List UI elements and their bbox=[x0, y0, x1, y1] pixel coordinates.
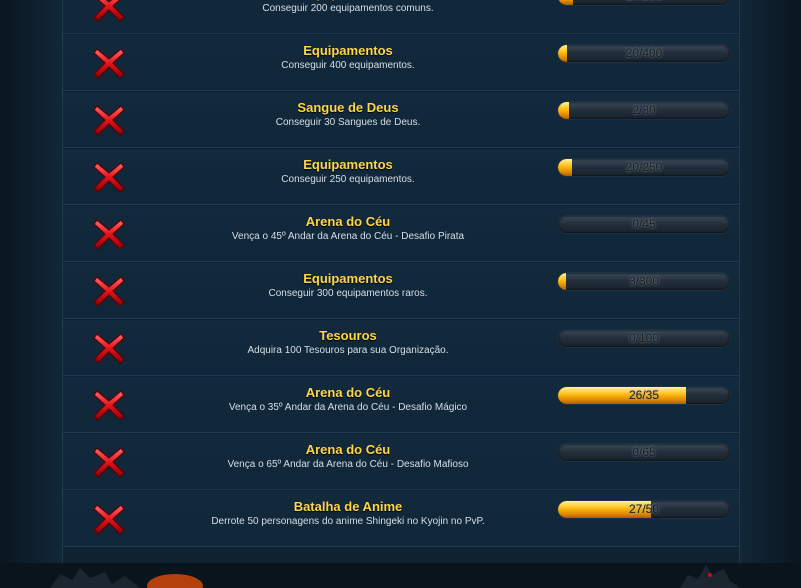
achievement-text: Equipamentos Conseguir 300 equipamentos … bbox=[163, 271, 533, 300]
left-background bbox=[0, 0, 70, 588]
achievement-row[interactable]: Batalha de Anime Derrote 50 personagens … bbox=[63, 491, 739, 547]
progress-label: 17/200 bbox=[558, 0, 730, 5]
red-x-icon bbox=[93, 0, 125, 22]
achievement-text: Arena do Céu Vença o 35º Andar da Arena … bbox=[163, 385, 533, 414]
achievement-row[interactable]: Arena do Céu Vença o 35º Andar da Arena … bbox=[63, 377, 739, 433]
progress-label: 0/100 bbox=[628, 331, 660, 345]
achievement-title: Batalha de Anime bbox=[293, 499, 403, 514]
achievement-description: Adquira 100 Tesouros para sua Organizaçã… bbox=[247, 345, 449, 356]
progress-label: 0/65 bbox=[632, 445, 656, 459]
red-x-icon bbox=[93, 105, 125, 136]
achievement-text: Arena do Céu Vença o 45º Andar da Arena … bbox=[163, 214, 533, 243]
character-portrait-fragment bbox=[147, 574, 203, 588]
achievement-text: Arena do Céu Vença o 65º Andar da Arena … bbox=[163, 442, 533, 471]
achievement-text: Equipamentos Conseguir 250 equipamentos. bbox=[163, 157, 533, 186]
red-x-icon bbox=[93, 447, 125, 478]
achievement-description: Conseguir 30 Sangues de Deus. bbox=[275, 117, 421, 128]
red-x-icon bbox=[93, 219, 125, 250]
achievement-row[interactable]: Tesouros Adquira 100 Tesouros para sua O… bbox=[63, 320, 739, 376]
progress-bar: 0/65 bbox=[558, 444, 730, 461]
bottom-decoration bbox=[0, 563, 801, 588]
achievement-description: Vença o 45º Andar da Arena do Céu - Desa… bbox=[231, 231, 465, 242]
achievement-description: Conseguir 200 equipamentos comuns. bbox=[262, 3, 434, 14]
achievement-description: Derrote 50 personagens do anime Shingeki… bbox=[211, 516, 485, 527]
progress-bar: 0/45 bbox=[558, 216, 730, 233]
achievement-description: Vença o 35º Andar da Arena do Céu - Desa… bbox=[228, 402, 468, 413]
progress-bar: 20/400 bbox=[558, 45, 730, 62]
achievement-row[interactable]: Arena do Céu Vença o 65º Andar da Arena … bbox=[63, 434, 739, 490]
achievement-description: Vença o 65º Andar da Arena do Céu - Desa… bbox=[227, 459, 469, 470]
achievement-title: Tesouros bbox=[319, 328, 377, 343]
progress-bar: 17/200 bbox=[558, 0, 730, 5]
achievement-description: Conseguir 250 equipamentos. bbox=[281, 174, 415, 185]
progress-label: 27/50 bbox=[628, 502, 660, 516]
progress-label: 0/45 bbox=[632, 217, 656, 231]
achievement-text: Equipamentos Conseguir 200 equipamentos … bbox=[163, 0, 533, 15]
achievement-title: Arena do Céu bbox=[305, 385, 391, 400]
achievement-row[interactable]: Arena do Céu Vença o 45º Andar da Arena … bbox=[63, 206, 739, 262]
achievement-title: Equipamentos bbox=[303, 157, 393, 172]
achievement-list[interactable]: Equipamentos Conseguir 200 equipamentos … bbox=[62, 0, 740, 563]
achievement-title: Arena do Céu bbox=[305, 442, 391, 457]
achievement-text: Equipamentos Conseguir 400 equipamentos. bbox=[163, 43, 533, 72]
achievement-title: Arena do Céu bbox=[305, 214, 391, 229]
red-x-icon bbox=[93, 504, 125, 535]
progress-label: 3/300 bbox=[628, 274, 660, 288]
progress-label: 20/400 bbox=[625, 46, 663, 60]
achievement-title: Sangue de Deus bbox=[297, 100, 399, 115]
achievement-description: Conseguir 300 equipamentos raros. bbox=[268, 288, 428, 299]
dragon-ornament-right bbox=[680, 565, 740, 588]
achievement-row[interactable]: Equipamentos Conseguir 400 equipamentos.… bbox=[63, 35, 739, 91]
progress-label: 2/30 bbox=[632, 103, 656, 117]
red-x-icon bbox=[93, 276, 125, 307]
progress-bar: 26/35 bbox=[558, 387, 730, 404]
right-background bbox=[731, 0, 801, 588]
achievement-row[interactable]: Equipamentos Conseguir 250 equipamentos.… bbox=[63, 149, 739, 205]
achievement-title: Equipamentos bbox=[303, 43, 393, 58]
achievement-row[interactable]: Equipamentos Conseguir 200 equipamentos … bbox=[63, 0, 739, 34]
red-x-icon bbox=[93, 333, 125, 364]
dragon-ornament-left bbox=[50, 568, 140, 588]
progress-bar: 2/30 bbox=[558, 102, 730, 119]
achievement-text: Batalha de Anime Derrote 50 personagens … bbox=[163, 499, 533, 528]
progress-bar: 3/300 bbox=[558, 273, 730, 290]
red-x-icon bbox=[93, 390, 125, 421]
progress-bar: 27/50 bbox=[558, 501, 730, 518]
red-x-icon bbox=[93, 162, 125, 193]
progress-bar: 0/100 bbox=[558, 330, 730, 347]
red-x-icon bbox=[93, 48, 125, 79]
progress-bar: 20/250 bbox=[558, 159, 730, 176]
progress-label: 26/35 bbox=[628, 388, 660, 402]
achievement-text: Tesouros Adquira 100 Tesouros para sua O… bbox=[163, 328, 533, 357]
achievement-row[interactable]: Equipamentos Conseguir 300 equipamentos … bbox=[63, 263, 739, 319]
achievement-title: Equipamentos bbox=[303, 271, 393, 286]
progress-label: 20/250 bbox=[625, 160, 663, 174]
achievement-row[interactable]: Sangue de Deus Conseguir 30 Sangues de D… bbox=[63, 92, 739, 148]
achievement-text: Sangue de Deus Conseguir 30 Sangues de D… bbox=[163, 100, 533, 129]
achievement-description: Conseguir 400 equipamentos. bbox=[281, 60, 415, 71]
